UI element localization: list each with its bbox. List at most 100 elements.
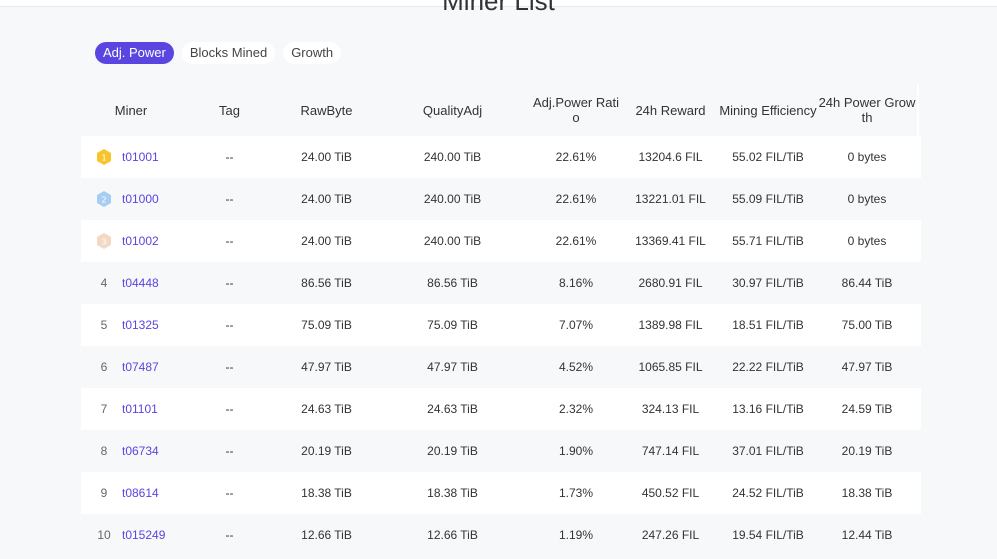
quality-adj-cell: 75.09 TiB [427,318,478,332]
tag-cell: -- [225,402,234,416]
tag-cell: -- [225,444,234,458]
reward-cell: 324.13 FIL [641,402,700,416]
table-row: 8 t06734 -- 20.19 TiB 20.19 TiB 1.90% 747.14 F… [81,430,921,472]
growth-cell: 47.97 TiB [841,360,893,374]
reward-cell: 13204.6 FIL [638,150,703,164]
efficiency-cell: 13.16 FIL/TiB [732,402,804,416]
quality-adj-cell: 20.19 TiB [427,444,478,458]
rank-number: 8 [100,444,108,458]
ratio-cell: 7.07% [558,318,594,332]
ratio-cell: 1.19% [558,528,594,542]
rawbyte-cell: 18.38 TiB [301,486,352,500]
rawbyte-cell: 24.00 TiB [301,234,352,248]
table-row: 5 t01325 -- 75.09 TiB 75.09 TiB 7.07% 1389.98 … [81,304,921,346]
tag-cell: -- [225,276,234,290]
miner-cell: 10 t015249 [81,528,181,542]
rank-medal-icon: 1 [95,148,113,166]
efficiency-cell: 30.97 FIL/TiB [732,276,804,290]
rawbyte-cell: 24.63 TiB [301,402,352,416]
column-header-quality-adj[interactable]: QualityAdj [375,103,530,118]
tag-cell: -- [225,486,234,500]
miner-cell: 8 t06734 [81,444,181,458]
miner-table: Miner Tag RawByte QualityAdj Adj.Power R… [81,84,921,556]
column-header-tag[interactable]: Tag [181,103,278,118]
miner-cell: 3 t01002 [81,232,181,250]
rank-number: 1 [101,154,106,163]
reward-cell: 13221.01 FIL [635,192,706,206]
reward-cell: 2680.91 FIL [638,276,703,290]
growth-cell: 0 bytes [847,150,887,164]
tab-growth[interactable]: Growth [283,42,342,64]
rank-number: 4 [100,276,108,290]
efficiency-cell: 55.02 FIL/TiB [732,150,804,164]
column-header-adj-power-ratio[interactable]: Adj.Power Ratio [530,95,622,125]
table-row: 2 t01000 -- 24.00 TiB 240.00 TiB 22.61% 13221.… [81,178,921,220]
growth-cell: 12.44 TiB [841,528,893,542]
rawbyte-cell: 47.97 TiB [301,360,352,374]
tag-cell: -- [225,360,234,374]
miner-link[interactable]: t01000 [122,192,159,206]
table-row: 10 t015249 -- 12.66 TiB 12.66 TiB 1.19% 247.26… [81,514,921,556]
quality-adj-cell: 12.66 TiB [427,528,478,542]
table-body: 1 t01001 -- 24.00 TiB 240.00 TiB 22.61% 13204.… [81,136,921,556]
page-title: Miner List [442,0,555,16]
rank-number: 9 [100,486,108,500]
tag-cell: -- [225,150,234,164]
miner-cell: 9 t08614 [81,486,181,500]
efficiency-cell: 55.09 FIL/TiB [732,192,804,206]
miner-link[interactable]: t07487 [122,360,159,374]
tab-adj-power[interactable]: Adj. Power [95,42,174,64]
reward-cell: 450.52 FIL [641,486,700,500]
quality-adj-cell: 18.38 TiB [427,486,478,500]
ratio-cell: 1.73% [558,486,594,500]
miner-cell: 7 t01101 [81,402,181,416]
miner-link[interactable]: t04448 [122,276,159,290]
rawbyte-cell: 12.66 TiB [301,528,352,542]
miner-link[interactable]: t01325 [122,318,159,332]
efficiency-cell: 22.22 FIL/TiB [732,360,804,374]
tag-cell: -- [225,192,234,206]
reward-cell: 747.14 FIL [641,444,700,458]
growth-cell: 0 bytes [847,192,887,206]
efficiency-cell: 37.01 FIL/TiB [732,444,804,458]
miner-cell: 4 t04448 [81,276,181,290]
rawbyte-cell: 20.19 TiB [301,444,352,458]
miner-link[interactable]: t015249 [122,528,165,542]
quality-adj-cell: 24.63 TiB [427,402,478,416]
ratio-cell: 4.52% [558,360,594,374]
efficiency-cell: 24.52 FIL/TiB [732,486,804,500]
rank-medal-icon: 2 [95,190,113,208]
ratio-cell: 22.61% [555,150,597,164]
tag-cell: -- [225,234,234,248]
column-header-miner[interactable]: Miner [81,103,181,118]
rank-number: 3 [101,238,106,247]
table-row: 9 t08614 -- 18.38 TiB 18.38 TiB 1.73% 450.52 F… [81,472,921,514]
quality-adj-cell: 86.56 TiB [427,276,478,290]
reward-cell: 247.26 FIL [641,528,700,542]
rawbyte-cell: 24.00 TiB [301,150,352,164]
ratio-cell: 2.32% [558,402,594,416]
miner-cell: 6 t07487 [81,360,181,374]
miner-link[interactable]: t06734 [122,444,159,458]
column-header-rawbyte[interactable]: RawByte [278,103,375,118]
miner-link[interactable]: t01001 [122,150,159,164]
rank-medal-icon: 3 [95,232,113,250]
tag-cell: -- [225,528,234,542]
column-header-mining-efficiency[interactable]: Mining Efficiency [719,103,817,118]
growth-cell: 86.44 TiB [841,276,893,290]
tag-cell: -- [225,318,234,332]
miner-link[interactable]: t08614 [122,486,159,500]
rank-number: 2 [101,196,106,205]
ratio-cell: 22.61% [555,192,597,206]
tab-bar: Adj. Power Blocks Mined Growth [95,42,342,64]
column-header-24h-power-growth[interactable]: 24h Power Growth [817,95,917,125]
column-header-24h-reward[interactable]: 24h Reward [622,103,719,118]
ratio-cell: 8.16% [558,276,594,290]
ratio-cell: 22.61% [555,234,597,248]
growth-cell: 75.00 TiB [841,318,893,332]
miner-link[interactable]: t01101 [122,402,158,416]
quality-adj-cell: 47.97 TiB [427,360,478,374]
growth-cell: 18.38 TiB [841,486,893,500]
tab-blocks-mined[interactable]: Blocks Mined [181,42,276,64]
miner-link[interactable]: t01002 [122,234,159,248]
